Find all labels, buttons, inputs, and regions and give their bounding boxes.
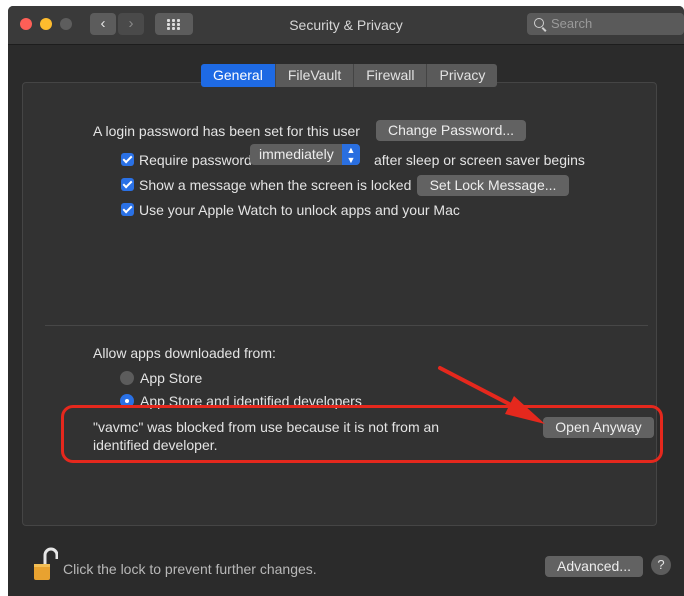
arrow-annotation-icon — [438, 366, 545, 424]
lock-instruction-text: Click the lock to prevent further change… — [63, 561, 317, 577]
padlock-icon[interactable] — [28, 545, 58, 585]
help-button[interactable]: ? — [651, 555, 671, 575]
advanced-button[interactable]: Advanced... — [545, 556, 643, 577]
